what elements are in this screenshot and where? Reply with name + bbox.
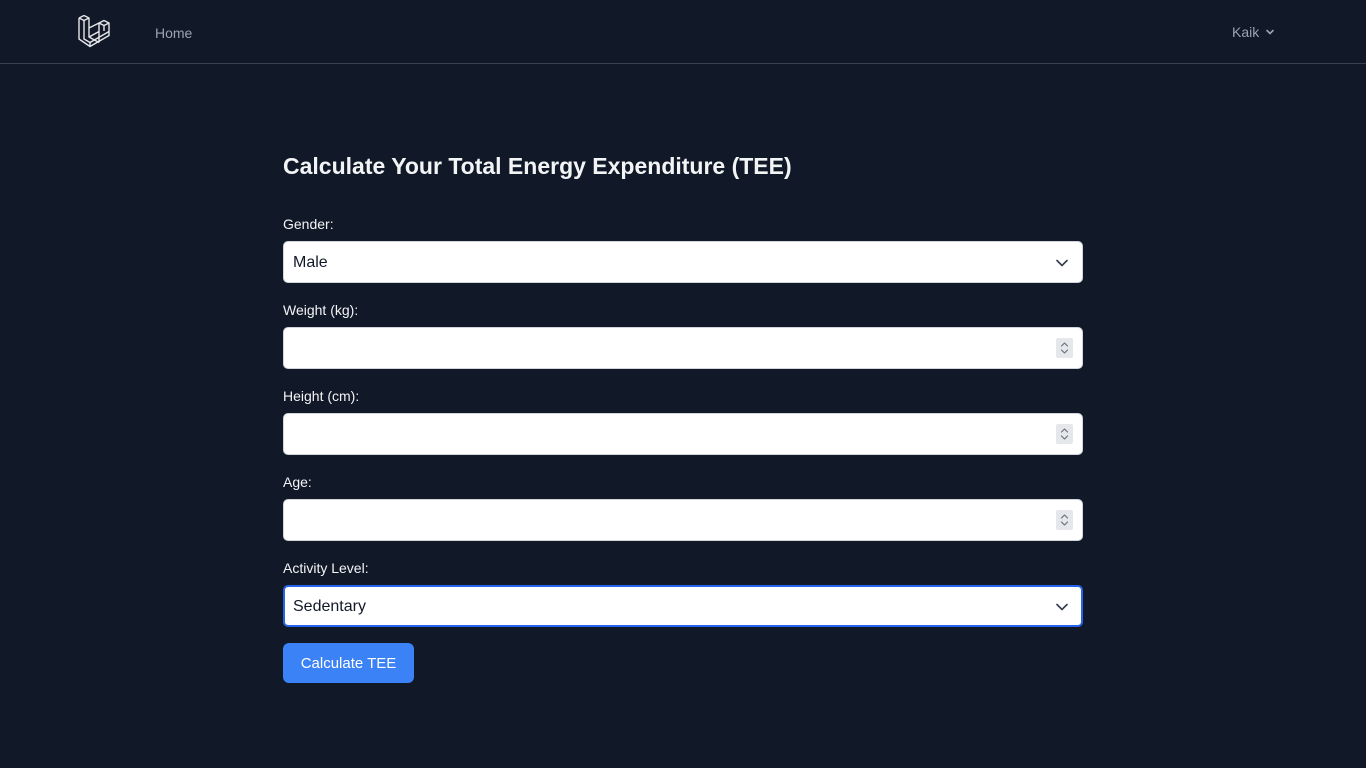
spinner-arrows-icon [1060, 342, 1069, 354]
height-input[interactable] [283, 413, 1083, 455]
activity-level-label: Activity Level: [283, 560, 369, 576]
chevron-down-icon [1266, 29, 1275, 35]
activity-level-select[interactable]: Sedentary [283, 585, 1083, 627]
age-label: Age: [283, 474, 312, 490]
weight-input[interactable] [283, 327, 1083, 369]
gender-select[interactable]: Male [283, 241, 1083, 283]
gender-label: Gender: [283, 216, 334, 232]
spinner-arrows-icon [1060, 428, 1069, 440]
weight-label: Weight (kg): [283, 302, 359, 318]
activity-level-selected-value: Sedentary [293, 598, 366, 615]
number-spinner[interactable] [1056, 510, 1073, 530]
top-navigation-bar: Home Kaik [0, 0, 1366, 64]
gender-selected-value: Male [293, 254, 328, 271]
chevron-down-icon [1056, 259, 1068, 267]
calculate-tee-button[interactable]: Calculate TEE [283, 643, 414, 683]
number-spinner[interactable] [1056, 424, 1073, 444]
user-menu-dropdown[interactable]: Kaik [1232, 23, 1275, 41]
user-name: Kaik [1232, 24, 1260, 40]
spinner-arrows-icon [1060, 514, 1069, 526]
page-title: Calculate Your Total Energy Expenditure … [283, 153, 792, 179]
age-input[interactable] [283, 499, 1083, 541]
number-spinner[interactable] [1056, 338, 1073, 358]
chevron-down-icon [1056, 603, 1068, 611]
laravel-logo-icon[interactable] [78, 15, 110, 48]
height-label: Height (cm): [283, 388, 360, 404]
nav-link-home[interactable]: Home [155, 24, 192, 42]
